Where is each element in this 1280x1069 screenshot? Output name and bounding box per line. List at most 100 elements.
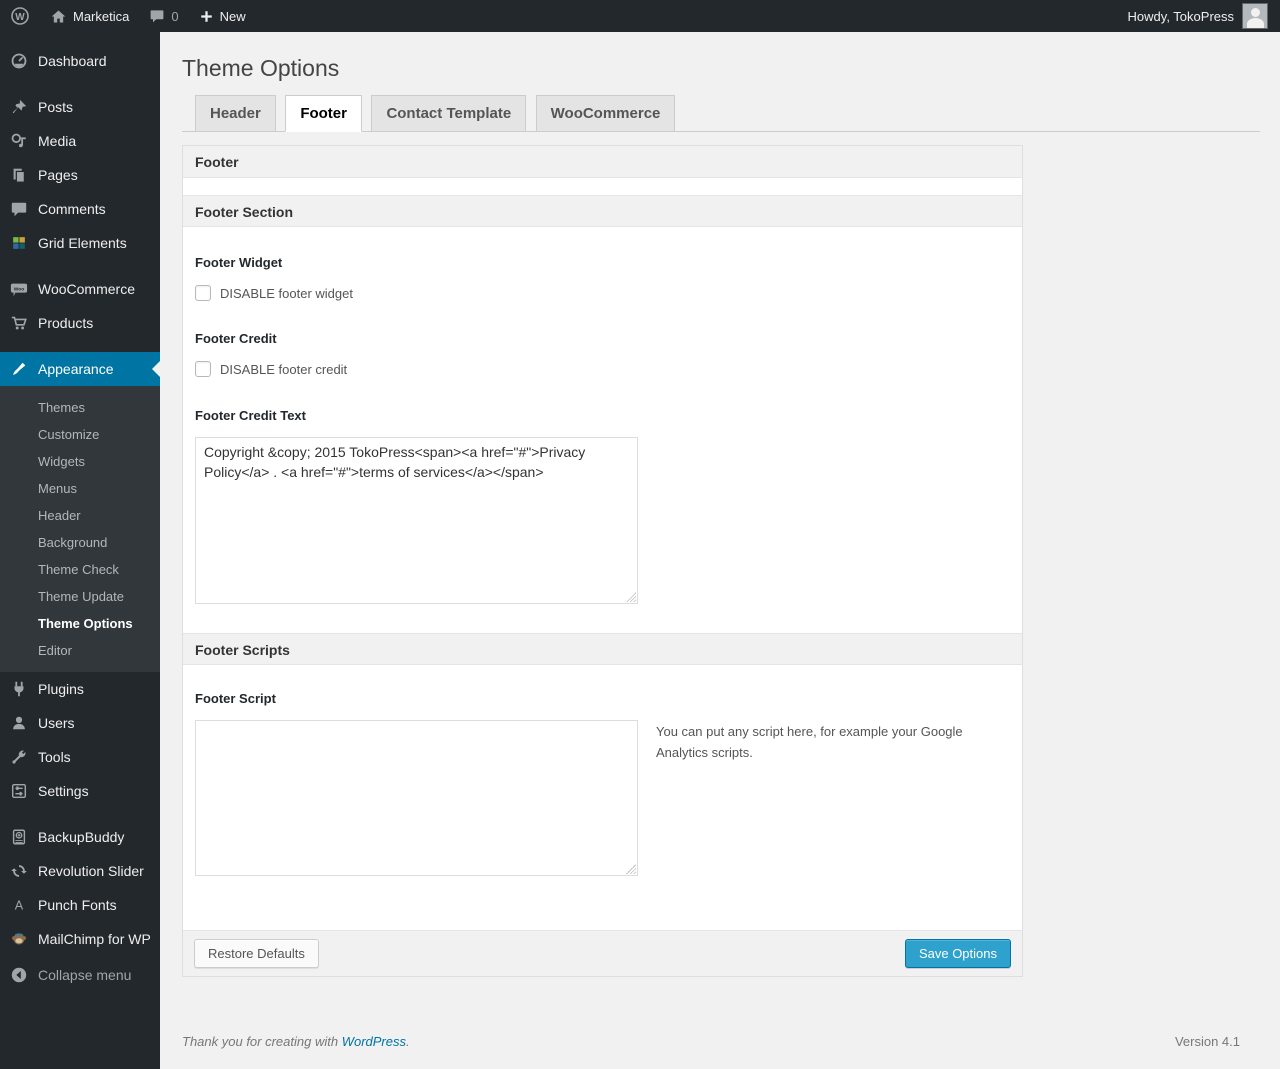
restore-defaults-button[interactable]: Restore Defaults <box>194 939 319 968</box>
footer-script-label: Footer Script <box>195 691 276 706</box>
howdy-account-menu[interactable]: Howdy, TokoPress <box>1128 9 1234 24</box>
collapse-icon <box>9 965 29 985</box>
sliders-icon <box>9 781 29 801</box>
submenu-background[interactable]: Background <box>0 529 160 556</box>
sidebar-item-pages[interactable]: Pages <box>0 158 160 192</box>
brush-icon <box>9 359 29 379</box>
svg-text:Woo: Woo <box>14 286 25 292</box>
pages-icon <box>9 165 29 185</box>
disable-footer-widget-label: DISABLE footer widget <box>220 285 353 301</box>
options-panel: Footer Footer Section Footer Widget DISA… <box>182 145 1023 977</box>
user-icon <box>9 713 29 733</box>
footer-script-description: You can put any script here, for example… <box>656 724 963 760</box>
tab-footer[interactable]: Footer <box>285 95 362 132</box>
new-label: New <box>219 8 246 24</box>
disable-footer-widget-checkbox[interactable] <box>195 285 211 301</box>
appearance-submenu: Themes Customize Widgets Menus Header Ba… <box>0 386 160 672</box>
wordpress-link[interactable]: WordPress <box>342 1034 406 1049</box>
panel-gap <box>183 178 1022 195</box>
menu-separator <box>0 78 160 90</box>
admin-bar: W Marketica 0 New Howdy, TokoPress <box>0 0 1280 32</box>
svg-text:A: A <box>15 899 24 913</box>
submenu-editor[interactable]: Editor <box>0 637 160 664</box>
comments-menu[interactable]: 0 <box>139 0 188 32</box>
plus-icon <box>200 10 212 22</box>
footer-credit-label: Footer Credit <box>195 331 277 346</box>
resize-grip-icon[interactable] <box>626 864 636 874</box>
sidebar-item-woocommerce[interactable]: Woo WooCommerce <box>0 272 160 306</box>
footer-script-row: You can put any script here, for example… <box>195 706 1010 876</box>
site-menu[interactable]: Marketica <box>40 0 139 32</box>
footer-script-input[interactable] <box>195 720 638 876</box>
tab-bar: Header Footer Contact Template WooCommer… <box>182 95 1260 132</box>
footer-scripts-fields: Footer Script You can put any script her… <box>183 665 1022 930</box>
tab-woocommerce[interactable]: WooCommerce <box>535 95 676 131</box>
avatar[interactable] <box>1242 3 1268 29</box>
section-header-footer-scripts: Footer Scripts <box>183 633 1022 665</box>
thanks-text: Thank you for creating with WordPress. <box>182 1034 410 1049</box>
refresh-icon <box>9 861 29 881</box>
sidebar-item-dashboard[interactable]: Dashboard <box>0 44 160 78</box>
submenu-theme-update[interactable]: Theme Update <box>0 583 160 610</box>
menu-separator <box>0 340 160 352</box>
page-title: Theme Options <box>182 55 340 81</box>
sidebar-item-plugins[interactable]: Plugins <box>0 672 160 706</box>
main-content: Theme Options Header Footer Contact Temp… <box>160 0 1280 1069</box>
sidebar-item-media[interactable]: Media <box>0 124 160 158</box>
site-name: Marketica <box>73 8 130 24</box>
sidebar-item-users[interactable]: Users <box>0 706 160 740</box>
submenu-header[interactable]: Header <box>0 502 160 529</box>
monkey-icon <box>9 929 29 949</box>
submenu-menus[interactable]: Menus <box>0 475 160 502</box>
woocommerce-icon: Woo <box>9 279 29 299</box>
media-icon <box>9 131 29 151</box>
tab-header[interactable]: Header <box>195 95 276 131</box>
sidebar-item-appearance[interactable]: Appearance <box>0 352 160 386</box>
save-options-button[interactable]: Save Options <box>904 939 1011 968</box>
disable-footer-credit-checkbox[interactable] <box>195 361 211 377</box>
sidebar-item-products[interactable]: Products <box>0 306 160 340</box>
wrench-icon <box>9 747 29 767</box>
plug-icon <box>9 679 29 699</box>
panel-header-footer: Footer <box>183 146 1022 178</box>
tab-contact-template[interactable]: Contact Template <box>371 95 527 131</box>
sidebar-item-mailchimp[interactable]: MailChimp for WP <box>0 922 160 956</box>
resize-grip-icon[interactable] <box>626 592 636 602</box>
submenu-theme-options[interactable]: Theme Options <box>0 610 160 637</box>
sidebar-item-grid-elements[interactable]: Grid Elements <box>0 226 160 260</box>
sidebar-item-revolution-slider[interactable]: Revolution Slider <box>0 854 160 888</box>
sidebar-item-tools[interactable]: Tools <box>0 740 160 774</box>
footer-credit-text-wrap: Copyright &copy; 2015 TokoPress<span><a … <box>195 437 638 604</box>
collapse-menu-button[interactable]: Collapse menu <box>0 958 160 992</box>
comments-icon <box>9 199 29 219</box>
version-text: Version 4.1 <box>1174 1034 1240 1049</box>
footer-credit-row: DISABLE footer credit <box>195 361 1010 377</box>
menu-separator <box>0 808 160 820</box>
new-menu[interactable]: New <box>189 0 256 32</box>
pin-icon <box>9 97 29 117</box>
home-icon <box>51 10 66 22</box>
sidebar-item-posts[interactable]: Posts <box>0 90 160 124</box>
submenu-theme-check[interactable]: Theme Check <box>0 556 160 583</box>
grid-elements-icon <box>9 233 29 253</box>
submenu-widgets[interactable]: Widgets <box>0 448 160 475</box>
sidebar: Dashboard Posts Media Pages Comments Gri… <box>0 32 160 1069</box>
wordpress-logo[interactable]: W <box>0 0 40 32</box>
submenu-themes[interactable]: Themes <box>0 394 160 421</box>
disable-footer-credit-label: DISABLE footer credit <box>220 361 348 377</box>
cart-icon <box>9 313 29 333</box>
footer-credit-text-label: Footer Credit Text <box>195 408 306 423</box>
footer-script-wrap <box>195 720 638 876</box>
submenu-customize[interactable]: Customize <box>0 421 160 448</box>
footer-credit-text-input[interactable]: Copyright &copy; 2015 TokoPress<span><a … <box>195 437 638 604</box>
wordpress-icon: W <box>11 7 29 25</box>
sidebar-item-comments[interactable]: Comments <box>0 192 160 226</box>
footer-widget-row: DISABLE footer widget <box>195 285 1010 301</box>
footer-section-fields: Footer Widget DISABLE footer widget Foot… <box>183 227 1022 609</box>
sidebar-item-punch-fonts[interactable]: A Punch Fonts <box>0 888 160 922</box>
comment-count: 0 <box>171 8 179 24</box>
sidebar-item-settings[interactable]: Settings <box>0 774 160 808</box>
panel-action-bar: Restore Defaults Save Options <box>183 930 1022 976</box>
sidebar-item-backupbuddy[interactable]: BackupBuddy <box>0 820 160 854</box>
